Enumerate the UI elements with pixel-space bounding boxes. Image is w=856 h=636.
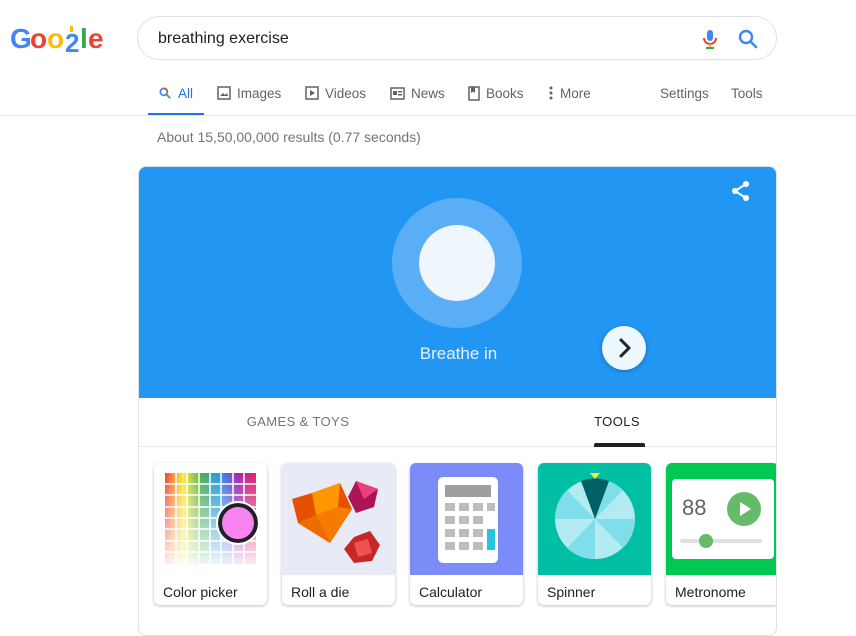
tool-label: Spinner bbox=[547, 584, 596, 600]
svg-text:e: e bbox=[88, 23, 104, 54]
video-icon bbox=[305, 86, 319, 100]
tools-label: Tools bbox=[731, 85, 763, 101]
search-button[interactable] bbox=[736, 27, 760, 51]
microphone-icon[interactable] bbox=[698, 27, 722, 51]
tab-books[interactable]: Books bbox=[468, 70, 524, 116]
tool-label: Metronome bbox=[675, 584, 746, 600]
breathing-panel: Breathe in bbox=[139, 167, 776, 398]
calculator-icon bbox=[410, 463, 523, 575]
card-tabs: GAMES & TOYS TOOLS bbox=[139, 398, 776, 447]
tab-books-label: Books bbox=[486, 85, 524, 101]
svg-text:2: 2 bbox=[65, 28, 79, 58]
dice-icon bbox=[282, 463, 395, 575]
tool-label: Roll a die bbox=[291, 584, 350, 600]
tab-tools[interactable]: TOOLS bbox=[517, 398, 717, 447]
settings-label: Settings bbox=[660, 85, 709, 101]
search-nav-bar: All Images Videos News Books More Settin… bbox=[148, 70, 848, 116]
tab-news[interactable]: News bbox=[390, 70, 445, 116]
color-picker-icon bbox=[154, 463, 267, 575]
news-icon bbox=[390, 86, 405, 100]
tool-tile-roll-a-die[interactable]: Roll a die bbox=[282, 463, 395, 605]
share-icon[interactable] bbox=[729, 179, 753, 203]
tool-tile-metronome[interactable]: 88 Metronome bbox=[666, 463, 776, 605]
tools-link[interactable]: Tools bbox=[731, 70, 763, 116]
svg-text:o: o bbox=[47, 23, 64, 54]
tools-carousel: Color picker Roll a die Calculator Spinn… bbox=[154, 463, 776, 613]
tab-more-label: More bbox=[560, 85, 591, 101]
carousel-next-button[interactable] bbox=[602, 326, 646, 370]
more-vert-icon bbox=[549, 86, 553, 100]
metronome-icon: 88 bbox=[666, 463, 776, 575]
tool-tile-spinner[interactable]: Spinner bbox=[538, 463, 651, 605]
metronome-bpm: 88 bbox=[682, 495, 706, 520]
tab-more[interactable]: More bbox=[548, 70, 591, 116]
chevron-right-icon bbox=[619, 338, 631, 358]
tool-tile-color-picker[interactable]: Color picker bbox=[154, 463, 267, 605]
image-icon bbox=[217, 86, 231, 100]
tab-games-toys[interactable]: GAMES & TOYS bbox=[198, 398, 398, 447]
nav-divider bbox=[0, 115, 856, 116]
breathe-instruction: Breathe in bbox=[419, 344, 498, 363]
search-box[interactable] bbox=[137, 16, 777, 60]
tab-images[interactable]: Images bbox=[217, 70, 281, 116]
tab-videos[interactable]: Videos bbox=[305, 70, 366, 116]
svg-text:G: G bbox=[10, 23, 32, 54]
tab-videos-label: Videos bbox=[325, 85, 367, 101]
tab-all-label: All bbox=[178, 85, 194, 101]
tab-news-label: News bbox=[411, 85, 445, 101]
results-count: About 15,50,00,000 results (0.77 seconds… bbox=[157, 129, 421, 145]
spinner-icon bbox=[538, 463, 651, 575]
breathing-exercise-card: Breathe in GAMES & TOYS TOOLS Color pick… bbox=[138, 166, 777, 636]
search-icon bbox=[159, 87, 171, 99]
tab-all[interactable]: All bbox=[148, 70, 204, 116]
tool-tile-calculator[interactable]: Calculator bbox=[410, 463, 523, 605]
tool-label: Color picker bbox=[163, 584, 238, 600]
book-icon bbox=[468, 85, 480, 101]
google-logo[interactable]: G o o 2 l e bbox=[10, 20, 106, 58]
tab-images-label: Images bbox=[237, 85, 282, 101]
settings-link[interactable]: Settings bbox=[660, 70, 709, 116]
breathing-circle bbox=[419, 225, 495, 301]
svg-text:l: l bbox=[80, 23, 88, 54]
svg-text:o: o bbox=[30, 23, 47, 54]
search-input[interactable] bbox=[158, 27, 678, 51]
tool-label: Calculator bbox=[419, 584, 483, 600]
